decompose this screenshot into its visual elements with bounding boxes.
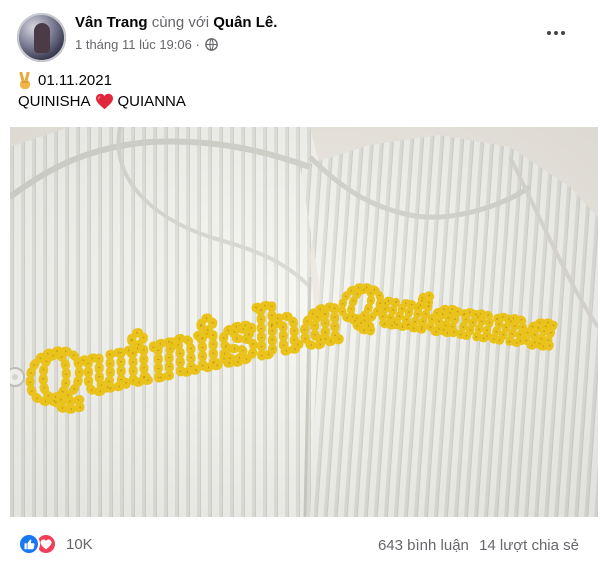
caption-date-line: 01.11.2021 (18, 70, 186, 91)
facebook-post: Vân Trang cùng với Quân Lê. 1 tháng 11 l… (0, 0, 600, 570)
red-heart-icon (95, 93, 113, 110)
victory-hand-icon (19, 71, 30, 89)
reaction-count[interactable]: 10K (66, 536, 93, 553)
author-name[interactable]: Vân Trang (75, 14, 148, 31)
with-word: cùng với (151, 14, 210, 31)
share-count[interactable]: 14 lượt chia sẻ (479, 537, 579, 554)
tagged-name[interactable]: Quân Lê. (213, 14, 277, 31)
post-header: Vân Trang cùng với Quân Lê. 1 tháng 11 l… (0, 0, 600, 64)
caption-name-right: QUIANNA (117, 93, 186, 110)
post-caption: 01.11.2021 QUINISHA QUIANNA (18, 70, 186, 112)
engagement-counts: 643 bình luận 14 lượt chia sẻ (378, 537, 579, 554)
caption-names-line: QUINISHA QUIANNA (18, 91, 186, 112)
more-dot-icon (547, 31, 551, 35)
post-photo[interactable]: Quinisha Quinisha Quianna Quianna (10, 127, 598, 517)
reactions-summary[interactable]: 10K (18, 533, 93, 555)
caption-date: 01.11.2021 (38, 72, 112, 89)
like-reaction-icon (18, 533, 40, 555)
post-meta: 1 tháng 11 lúc 19:06 · (75, 37, 219, 52)
author-line: Vân Trang cùng với Quân Lê. (75, 14, 277, 31)
globe-icon[interactable] (205, 38, 219, 51)
avatar[interactable] (17, 13, 66, 62)
comment-count[interactable]: 643 bình luận (378, 537, 469, 554)
more-options-button[interactable] (543, 24, 569, 42)
caption-name-left: QUINISHA (18, 93, 91, 110)
more-dot-icon (554, 31, 558, 35)
post-footer: 10K 643 bình luận 14 lượt chia sẻ (0, 525, 600, 565)
post-timestamp[interactable]: 1 tháng 11 lúc 19:06 (75, 37, 192, 52)
embroidered-onesies-image: Quinisha Quinisha Quianna Quianna (10, 127, 598, 517)
more-dot-icon (561, 31, 565, 35)
meta-separator: · (195, 37, 200, 52)
